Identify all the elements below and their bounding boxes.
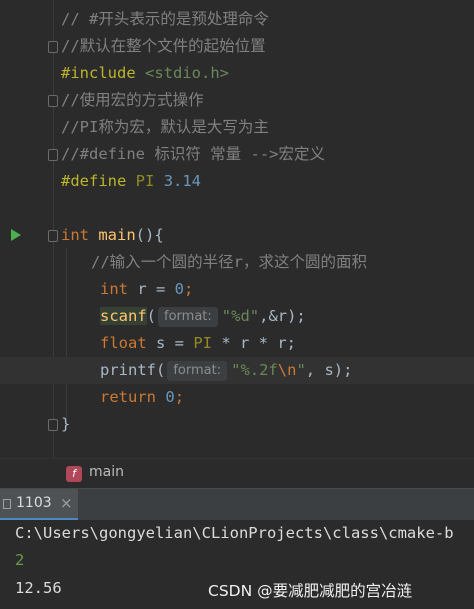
- int-declaration: int r = 0;: [100, 280, 194, 298]
- fold-marker-icon[interactable]: [48, 95, 58, 107]
- function-icon: f: [66, 466, 82, 482]
- breadcrumb-label[interactable]: main: [89, 464, 124, 480]
- console-result: 12.56: [15, 579, 62, 597]
- main-signature: int main(){: [61, 226, 164, 244]
- console-icon: [3, 499, 11, 509]
- include-directive: #include <stdio.h>: [61, 64, 229, 82]
- code-line-5[interactable]: //PI称为宏，默认是大写为主: [0, 114, 474, 141]
- comment-text: //使用宏的方式操作: [61, 91, 204, 109]
- comment-text: //输入一个圆的半径r，求这个圆的面积: [91, 253, 367, 271]
- code-line-13[interactable]: float s = PI * r * r;: [0, 330, 474, 357]
- comment-text: //PI称为宏，默认是大写为主: [61, 118, 269, 136]
- watermark: CSDN @要减肥减肥的宫冶涟: [208, 582, 413, 600]
- scanf-call: scanf(format: "%d",&r);: [100, 307, 306, 327]
- return-statement: return 0;: [100, 388, 185, 406]
- comment-text: //#define 标识符 常量 -->宏定义: [61, 145, 325, 163]
- code-line-12[interactable]: scanf(format: "%d",&r);: [0, 303, 474, 330]
- tab-run-1103[interactable]: 1103 ×: [0, 489, 78, 521]
- closing-brace: }: [61, 415, 71, 433]
- define-directive: #define PI 3.14: [61, 172, 202, 190]
- printf-call: printf(format: "%.2f\n", s);: [100, 361, 353, 381]
- code-line-11[interactable]: int r = 0;: [0, 276, 474, 303]
- fold-marker-icon[interactable]: [48, 230, 58, 242]
- code-line-7[interactable]: #define PI 3.14: [0, 168, 474, 195]
- console-path: C:\Users\gongyelian\CLionProjects\class\…: [15, 524, 454, 542]
- close-icon[interactable]: ×: [60, 494, 73, 512]
- code-line-4[interactable]: //使用宏的方式操作: [0, 87, 474, 114]
- fold-marker-icon[interactable]: [48, 419, 58, 431]
- tab-label: 1103: [16, 495, 52, 511]
- code-editor[interactable]: // #开头表示的是预处理命令 //默认在整个文件的起始位置 #include …: [0, 0, 474, 458]
- parameter-hint: format:: [158, 307, 218, 327]
- fold-marker-icon[interactable]: [48, 149, 58, 161]
- comment-text: // #开头表示的是预处理命令: [61, 10, 269, 28]
- breadcrumb[interactable]: f main: [0, 458, 474, 488]
- run-triangle-icon[interactable]: [11, 229, 21, 241]
- parameter-hint: format:: [167, 361, 228, 381]
- code-line-15[interactable]: return 0;: [0, 384, 474, 411]
- code-line-6[interactable]: //#define 标识符 常量 -->宏定义: [0, 141, 474, 168]
- code-line-10[interactable]: //输入一个圆的半径r，求这个圆的面积: [0, 249, 474, 276]
- fold-marker-icon[interactable]: [48, 41, 58, 53]
- code-line-2[interactable]: //默认在整个文件的起始位置: [0, 33, 474, 60]
- float-declaration: float s = PI * r * r;: [100, 334, 297, 352]
- code-line-3[interactable]: #include <stdio.h>: [0, 60, 474, 87]
- code-line-9[interactable]: int main(){: [0, 222, 474, 249]
- code-line-16[interactable]: }: [0, 411, 474, 438]
- console-input: 2: [15, 551, 25, 569]
- comment-text: //默认在整个文件的起始位置: [61, 37, 266, 55]
- code-line-8[interactable]: [0, 195, 474, 222]
- code-line-14[interactable]: printf(format: "%.2f\n", s);: [0, 357, 474, 384]
- code-line-1[interactable]: // #开头表示的是预处理命令: [0, 6, 474, 33]
- run-tool-window-tabs: 1103 ×: [0, 488, 474, 521]
